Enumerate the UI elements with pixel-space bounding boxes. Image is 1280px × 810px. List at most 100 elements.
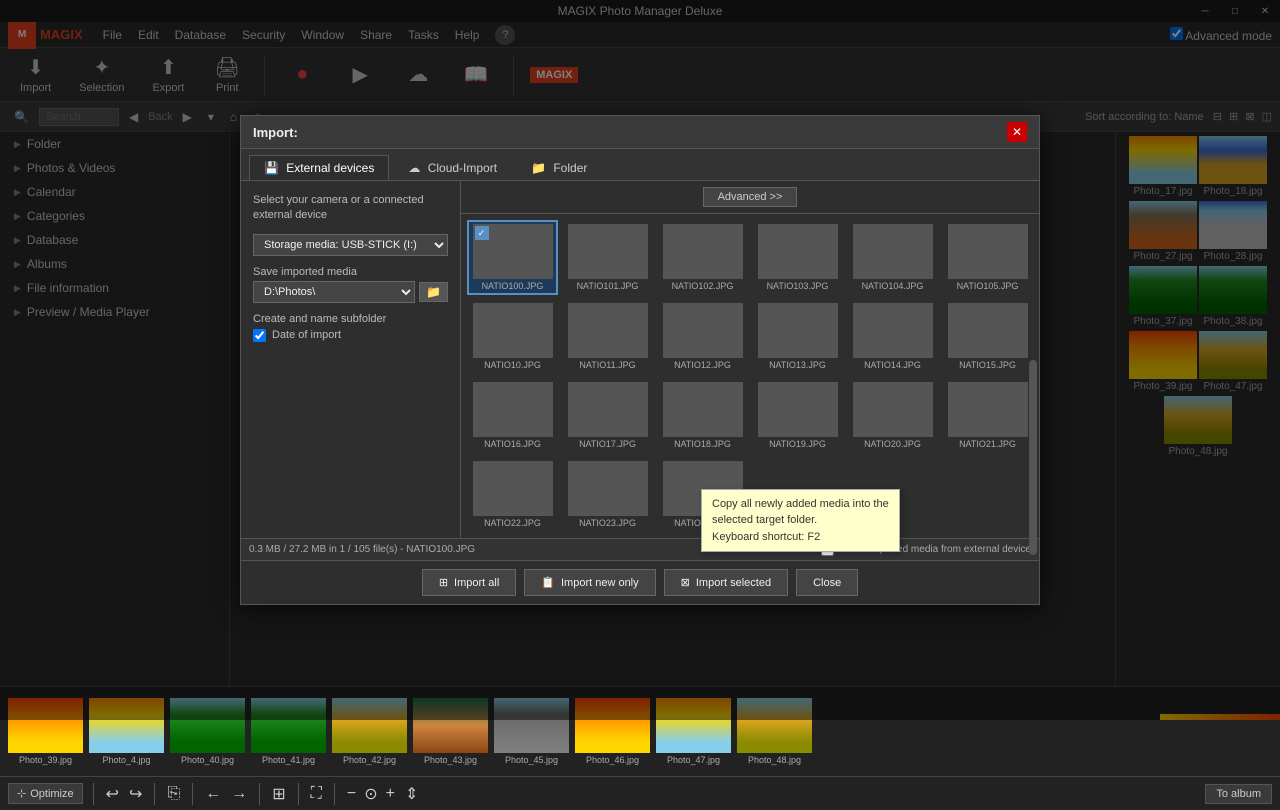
strip-label: Photo_47.jpg xyxy=(667,755,720,765)
import-photo-name: NATIO14.JPG xyxy=(864,360,921,370)
dialog-footer: ⊞ Import all 📋 Import new only ⊠ Import … xyxy=(241,560,1039,604)
date-checkbox-row: Date of import xyxy=(253,329,448,342)
undo-button[interactable]: ↩ xyxy=(104,784,121,804)
to-album-button[interactable]: To album xyxy=(1205,784,1272,804)
import-photo-item[interactable]: NATIO23.JPG xyxy=(562,457,653,532)
import-thumb xyxy=(758,224,838,279)
import-all-button[interactable]: ⊞ Import all xyxy=(422,569,516,596)
date-import-label: Date of import xyxy=(272,329,341,341)
save-path-row: D:\Photos\ 📁 xyxy=(253,281,448,303)
arrow-right-button[interactable]: → xyxy=(229,785,249,803)
dialog-title-text: Import: xyxy=(253,125,298,140)
import-thumb xyxy=(758,303,838,358)
import-new-icon: 📋 xyxy=(541,576,555,589)
advanced-button[interactable]: Advanced >> xyxy=(703,187,798,207)
import-photo-item[interactable]: NATIO18.JPG xyxy=(657,378,748,453)
import-photo-item[interactable]: NATIO10.JPG xyxy=(467,299,558,374)
grid-button[interactable]: ⊞ xyxy=(270,784,287,804)
arrow-left-button[interactable]: ← xyxy=(203,785,223,803)
import-photo-name: NATIO100.JPG xyxy=(482,281,544,291)
dialog-right-panel: Advanced >> ✓ NATIO100.JPG NATIO101.JPG … xyxy=(461,181,1039,538)
browse-folder-button[interactable]: 📁 xyxy=(419,282,448,302)
import-photo-item[interactable]: NATIO16.JPG xyxy=(467,378,558,453)
import-thumb xyxy=(568,303,648,358)
strip-label: Photo_39.jpg xyxy=(19,755,72,765)
zoom-out-button[interactable]: − xyxy=(345,785,358,803)
optimize-button[interactable]: ⊹ Optimize xyxy=(8,783,83,804)
import-photo-name: NATIO11.JPG xyxy=(579,360,635,370)
import-photo-item[interactable]: NATIO103.JPG xyxy=(752,220,843,295)
import-new-tooltip: Copy all newly added media into the sele… xyxy=(701,489,900,553)
selected-check: ✓ xyxy=(475,226,489,240)
zoom-in-button[interactable]: + xyxy=(384,785,397,803)
import-thumb xyxy=(853,224,933,279)
strip-label: Photo_40.jpg xyxy=(181,755,234,765)
import-thumb xyxy=(473,303,553,358)
import-thumb xyxy=(663,224,743,279)
import-photo-name: NATIO19.JPG xyxy=(769,439,826,449)
import-all-icon: ⊞ xyxy=(439,576,448,589)
import-thumb xyxy=(948,224,1028,279)
import-thumb xyxy=(853,303,933,358)
copy-button[interactable]: ⎘ xyxy=(165,785,182,803)
import-photo-item[interactable]: NATIO11.JPG xyxy=(562,299,653,374)
import-photo-item[interactable]: NATIO102.JPG xyxy=(657,220,748,295)
import-photo-item[interactable]: ✓ NATIO100.JPG xyxy=(467,220,558,295)
import-thumb xyxy=(473,382,553,437)
import-photo-item[interactable]: NATIO20.JPG xyxy=(847,378,938,453)
import-photo-item[interactable]: NATIO17.JPG xyxy=(562,378,653,453)
redo-button[interactable]: ↪ xyxy=(127,784,144,804)
import-new-only-button[interactable]: 📋 Import new only xyxy=(524,569,655,596)
strip-label: Photo_4.jpg xyxy=(102,755,150,765)
import-photo-name: NATIO101.JPG xyxy=(577,281,639,291)
tab-external-devices[interactable]: 💾 External devices xyxy=(249,155,389,180)
save-path-select[interactable]: D:\Photos\ xyxy=(253,281,415,303)
dialog-status-bar: 0.3 MB / 27.2 MB in 1 / 105 file(s) - NA… xyxy=(241,538,1039,560)
import-thumb xyxy=(663,382,743,437)
tab-cloud-import[interactable]: ☁ Cloud-Import xyxy=(393,155,512,180)
import-photo-name: NATIO22.JPG xyxy=(484,518,541,528)
import-photo-name: NATIO18.JPG xyxy=(674,439,731,449)
import-photo-item[interactable]: NATIO19.JPG xyxy=(752,378,843,453)
expand-button[interactable]: ⛶ xyxy=(309,785,324,803)
scroll-indicator xyxy=(1029,360,1037,538)
dialog-titlebar: Import: ✕ xyxy=(241,116,1039,149)
device-selector[interactable]: Storage media: USB-STICK (I:) xyxy=(253,234,448,256)
import-thumb xyxy=(948,303,1028,358)
import-photo-name: NATIO13.JPG xyxy=(769,360,826,370)
cloud-import-icon: ☁ xyxy=(408,161,420,175)
import-photo-item[interactable]: NATIO101.JPG xyxy=(562,220,653,295)
import-photo-item[interactable]: NATIO104.JPG xyxy=(847,220,938,295)
import-dialog: Import: ✕ 💾 External devices ☁ Cloud-Imp… xyxy=(240,115,1040,605)
dialog-close-footer-button[interactable]: Close xyxy=(796,569,858,596)
import-photo-item[interactable]: NATIO13.JPG xyxy=(752,299,843,374)
import-thumb xyxy=(568,461,648,516)
import-photo-item[interactable]: NATIO105.JPG xyxy=(942,220,1033,295)
date-import-checkbox[interactable] xyxy=(253,329,266,342)
dialog-close-button[interactable]: ✕ xyxy=(1007,122,1027,142)
save-path-label: Save imported media xyxy=(253,266,448,278)
device-description: Select your camera or a connected extern… xyxy=(253,193,448,224)
import-photo-item[interactable]: NATIO22.JPG xyxy=(467,457,558,532)
zoom-circle-button[interactable]: ⊙ xyxy=(362,784,379,804)
bottom-sep-4 xyxy=(259,783,260,805)
strip-label: Photo_46.jpg xyxy=(586,755,639,765)
import-photo-item[interactable]: NATIO12.JPG xyxy=(657,299,748,374)
strip-label: Photo_43.jpg xyxy=(424,755,477,765)
import-photo-item[interactable]: NATIO21.JPG xyxy=(942,378,1033,453)
import-thumb xyxy=(758,382,838,437)
import-photo-item[interactable]: NATIO15.JPG xyxy=(942,299,1033,374)
external-device-icon: 💾 xyxy=(264,161,279,175)
import-selected-button[interactable]: ⊠ Import selected xyxy=(664,569,788,596)
import-selected-icon: ⊠ xyxy=(681,576,690,589)
import-photo-name: NATIO10.JPG xyxy=(484,360,541,370)
strip-label: Photo_48.jpg xyxy=(748,755,801,765)
status-text: 0.3 MB / 27.2 MB in 1 / 105 file(s) - NA… xyxy=(249,544,475,555)
tab-folder[interactable]: 📁 Folder xyxy=(516,155,602,180)
dialog-left-panel: Select your camera or a connected extern… xyxy=(241,181,461,538)
bottom-sep-2 xyxy=(154,783,155,805)
import-photo-name: NATIO105.JPG xyxy=(957,281,1019,291)
import-photo-item[interactable]: NATIO14.JPG xyxy=(847,299,938,374)
optimize-icon: ⊹ xyxy=(17,787,26,800)
import-thumb xyxy=(948,382,1028,437)
